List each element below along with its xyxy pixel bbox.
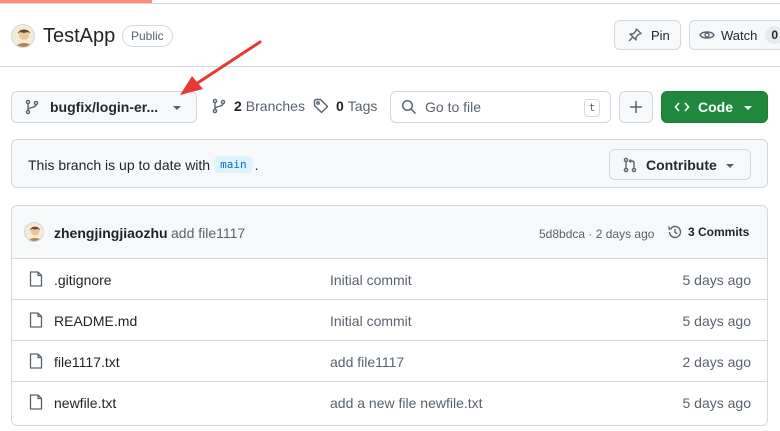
code-label: Code	[698, 99, 733, 115]
go-to-file-field[interactable]: t	[390, 91, 611, 123]
branch-status-text: This branch is up to date with main .	[28, 156, 259, 173]
chevron-down-icon	[726, 164, 734, 168]
file-row[interactable]: file1117.txt add file1117 2 days ago	[12, 341, 767, 382]
tags-label: Tags	[347, 98, 378, 114]
commit-author[interactable]: zhengjingjiaozhu	[54, 225, 168, 241]
file-name[interactable]: README.md	[54, 313, 137, 329]
file-row[interactable]: newfile.txt add a new file newfile.txt 5 d…	[12, 382, 767, 423]
base-branch-chip[interactable]: main	[214, 156, 253, 173]
header-divider	[0, 66, 780, 67]
branches-label: Branches	[245, 98, 305, 114]
latest-commit-bar: zhengjingjiaozhu add file1117 5d8bdca · …	[12, 206, 767, 259]
file-icon	[29, 353, 43, 369]
repo-name[interactable]: TestApp	[43, 24, 115, 48]
tags-count: 0	[336, 98, 344, 114]
branches-count: 2	[234, 98, 242, 114]
file-row[interactable]: README.md Initial commit 5 days ago	[12, 300, 767, 341]
file-name[interactable]: newfile.txt	[54, 395, 116, 411]
code-button[interactable]: Code	[661, 91, 768, 123]
chevron-down-icon	[173, 106, 181, 110]
owner-avatar[interactable]	[11, 24, 35, 48]
git-branch-icon	[25, 99, 39, 115]
nav-border	[0, 3, 780, 4]
search-icon	[401, 99, 417, 115]
branches-link[interactable]: 2 Branches	[211, 98, 305, 114]
watch-count: 0	[765, 26, 780, 44]
file-last-commit[interactable]: add file1117	[330, 354, 404, 370]
repo-header: TestApp Public Pin Watch 0	[0, 16, 780, 56]
branch-status-box: This branch is up to date with main . Co…	[11, 139, 768, 188]
file-icon	[29, 394, 43, 410]
contribute-label: Contribute	[646, 156, 717, 173]
shortcut-key: t	[584, 99, 600, 117]
status-prefix: This branch is up to date with	[28, 156, 211, 173]
file-last-commit[interactable]: add a new file newfile.txt	[330, 395, 483, 411]
chevron-down-icon	[744, 106, 752, 110]
code-icon	[674, 102, 690, 112]
file-last-updated: 5 days ago	[682, 272, 752, 288]
file-last-commit[interactable]: Initial commit	[330, 313, 412, 329]
status-suffix: .	[254, 156, 259, 173]
go-to-file-input[interactable]	[425, 99, 585, 115]
commits-link[interactable]: 3 Commits	[667, 224, 749, 240]
file-last-updated: 5 days ago	[682, 313, 752, 329]
file-icon	[29, 312, 43, 328]
tags-link[interactable]: 0 Tags	[313, 98, 377, 114]
pin-label: Pin	[651, 27, 670, 43]
file-icon	[29, 271, 43, 287]
eye-icon	[699, 31, 715, 39]
file-name[interactable]: file1117.txt	[54, 354, 120, 370]
branch-selector[interactable]: bugfix/login-er...	[11, 91, 197, 123]
file-row[interactable]: .gitignore Initial commit 5 days ago	[12, 259, 767, 300]
pin-icon	[628, 28, 642, 42]
commit-message[interactable]: add file1117	[171, 225, 245, 241]
commit-author-avatar[interactable]	[24, 222, 44, 242]
tag-icon	[313, 98, 329, 114]
commit-hash-and-time[interactable]: 5d8bdca · 2 days ago	[539, 227, 654, 241]
file-name[interactable]: .gitignore	[54, 272, 112, 288]
git-branch-icon	[212, 98, 226, 114]
commits-label: 3 Commits	[688, 225, 750, 239]
git-pull-request-icon	[623, 157, 637, 172]
file-last-updated: 2 days ago	[682, 354, 752, 370]
history-icon	[668, 225, 682, 239]
visibility-badge: Public	[122, 25, 173, 47]
contribute-button[interactable]: Contribute	[609, 149, 751, 180]
add-file-button[interactable]	[619, 91, 653, 123]
plus-icon	[630, 101, 642, 113]
file-last-commit[interactable]: Initial commit	[330, 272, 412, 288]
pin-button[interactable]: Pin	[614, 20, 681, 50]
file-last-updated: 5 days ago	[682, 395, 752, 411]
watch-label: Watch	[721, 27, 758, 43]
watch-button[interactable]: Watch 0	[689, 20, 780, 50]
branch-name: bugfix/login-er...	[50, 99, 159, 115]
file-table: zhengjingjiaozhu add file1117 5d8bdca · …	[11, 205, 768, 426]
